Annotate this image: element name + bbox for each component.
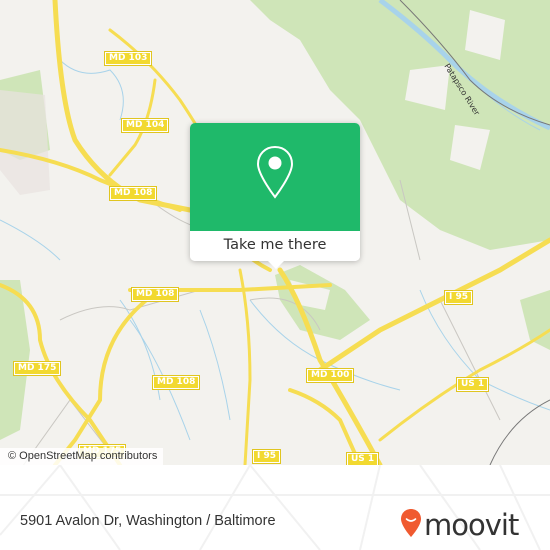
road-shield-i95: I 95 <box>443 290 474 305</box>
moovit-pin-icon <box>400 508 422 542</box>
map[interactable]: MD 103 MD 104 MD 108 MD 108 MD 108 MD 17… <box>0 0 550 465</box>
road-shield-md100: MD 100 <box>305 368 355 383</box>
popup-header <box>190 123 360 231</box>
moovit-logo[interactable]: moovit <box>400 508 519 542</box>
railway-south <box>489 399 550 465</box>
road-shield-md108: MD 108 <box>130 287 180 302</box>
popup-pointer <box>268 261 284 269</box>
road-shield-md175: MD 175 <box>12 361 62 376</box>
road-shield-md108: MD 108 <box>108 186 158 201</box>
road-shield-us1: US 1 <box>455 377 490 392</box>
road-shield-md108: MD 108 <box>151 375 201 390</box>
road-shield-md103: MD 103 <box>103 51 153 66</box>
road-shield-us1: US 1 <box>345 452 380 465</box>
urban-areas <box>0 90 50 195</box>
location-popup: Take me there <box>190 123 360 269</box>
address-text: 5901 Avalon Dr, Washington / Baltimore <box>20 513 276 529</box>
road-shield-md104: MD 104 <box>120 118 170 133</box>
take-me-there-button[interactable]: Take me there <box>190 231 360 261</box>
attribution[interactable]: © OpenStreetMap contributors <box>0 448 164 465</box>
road-shield-i95: I 95 <box>251 449 282 464</box>
moovit-wordmark: moovit <box>424 508 519 542</box>
footer: 5901 Avalon Dr, Washington / Baltimore m… <box>0 465 550 550</box>
